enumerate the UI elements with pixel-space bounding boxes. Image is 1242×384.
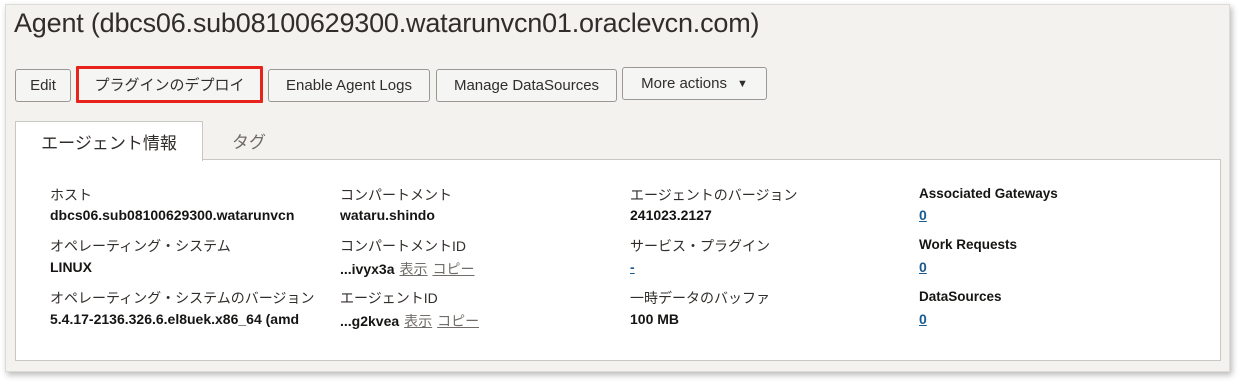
more-actions-button[interactable]: More actions ▼ xyxy=(622,67,767,100)
compartment-id-show-link[interactable]: 表示 xyxy=(400,261,428,277)
os-version-label: オペレーティング・システムのバージョン xyxy=(50,290,315,306)
work-requests-label: Work Requests xyxy=(919,237,1018,252)
tab-agent-info[interactable]: エージェント情報 xyxy=(15,121,203,161)
caret-down-icon: ▼ xyxy=(736,77,748,90)
datasources-link[interactable]: 0 xyxy=(919,311,927,327)
os-label: オペレーティング・システム xyxy=(50,238,231,254)
agent-version-value: 241023.2127 xyxy=(630,207,712,223)
compartment-id-copy-link[interactable]: コピー xyxy=(433,261,475,277)
deploy-plugin-button[interactable]: プラグインのデプロイ xyxy=(76,66,263,103)
work-requests-link[interactable]: 0 xyxy=(919,259,927,275)
host-value: dbcs06.sub08100629300.watarunvcn xyxy=(50,207,295,223)
tab-tags[interactable]: タグ xyxy=(232,128,266,153)
buffer-value: 100 MB xyxy=(630,311,680,327)
compartment-label: コンパートメント xyxy=(340,187,452,203)
edit-button[interactable]: Edit xyxy=(15,69,71,102)
agent-version-label: エージェントのバージョン xyxy=(630,187,798,203)
host-label: ホスト xyxy=(50,187,92,203)
agent-id-copy-link[interactable]: コピー xyxy=(437,313,479,329)
more-actions-label: More actions xyxy=(641,75,727,92)
compartment-id-row: ...ivyx3a 表示 コピー xyxy=(340,259,475,279)
manage-datasources-button[interactable]: Manage DataSources xyxy=(436,69,617,102)
agent-id-show-link[interactable]: 表示 xyxy=(404,313,432,329)
service-plugins-link[interactable]: - xyxy=(630,259,635,275)
compartment-id-label: コンパートメントID xyxy=(340,238,466,254)
agent-id-value: ...g2kvea xyxy=(340,313,400,329)
os-value: LINUX xyxy=(50,259,92,275)
service-plugins-label: サービス・プラグイン xyxy=(630,238,770,254)
compartment-id-value: ...ivyx3a xyxy=(340,261,395,277)
buffer-label: 一時データのバッファ xyxy=(630,290,770,306)
agent-id-label: エージェントID xyxy=(340,290,438,306)
agent-id-row: ...g2kvea 表示 コピー xyxy=(340,311,479,331)
compartment-value: wataru.shindo xyxy=(340,207,435,223)
associated-gateways-label: Associated Gateways xyxy=(919,186,1058,201)
enable-agent-logs-button[interactable]: Enable Agent Logs xyxy=(268,69,430,102)
associated-gateways-link[interactable]: 0 xyxy=(919,207,927,223)
page-title: Agent (dbcs06.sub08100629300.watarunvcn0… xyxy=(14,8,760,38)
datasources-label: DataSources xyxy=(919,289,1002,304)
os-version-value: 5.4.17-2136.326.6.el8uek.x86_64 (amd xyxy=(50,311,300,327)
